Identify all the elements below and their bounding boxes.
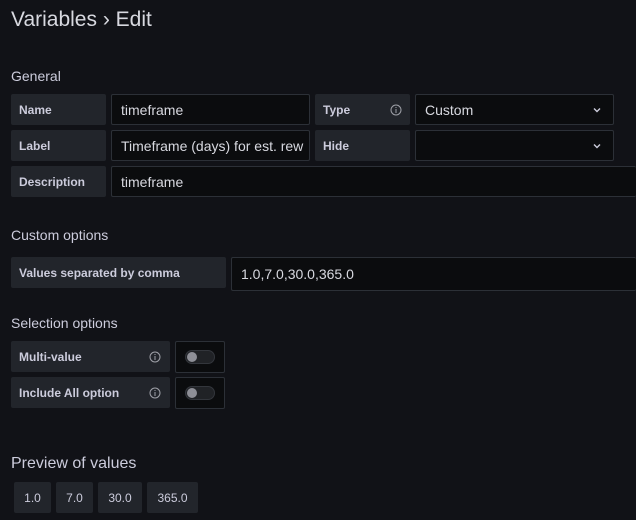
toggle-knob bbox=[187, 388, 197, 398]
page-title: Variables › Edit bbox=[11, 8, 152, 31]
multi-value-label: Multi-value bbox=[11, 341, 170, 372]
toggle-track bbox=[185, 350, 215, 364]
type-select-value: Custom bbox=[425, 101, 474, 118]
values-input[interactable]: 1.0,7.0,30.0,365.0 bbox=[231, 257, 636, 291]
type-label-text: Type bbox=[323, 102, 351, 117]
chevron-down-icon bbox=[593, 143, 601, 148]
multi-value-toggle[interactable] bbox=[175, 341, 225, 373]
hide-label: Hide bbox=[315, 130, 410, 161]
description-input[interactable]: timeframe bbox=[111, 166, 636, 197]
info-circle-icon[interactable] bbox=[390, 104, 402, 116]
preview-value-chip: 30.0 bbox=[98, 482, 142, 513]
include-all-label: Include All option bbox=[11, 377, 170, 408]
chevron-down-icon bbox=[593, 107, 601, 112]
info-circle-icon[interactable] bbox=[149, 351, 161, 363]
toggle-knob bbox=[187, 352, 197, 362]
name-label: Name bbox=[11, 94, 106, 125]
values-label: Values separated by comma bbox=[11, 257, 226, 288]
include-all-toggle[interactable] bbox=[175, 377, 225, 409]
selection-options-heading: Selection options bbox=[11, 315, 118, 331]
label-label: Label bbox=[11, 130, 106, 161]
multi-value-label-text: Multi-value bbox=[19, 349, 82, 364]
type-select[interactable]: Custom bbox=[415, 94, 614, 125]
toggle-track bbox=[185, 386, 215, 400]
type-label: Type bbox=[315, 94, 410, 125]
preview-value-chip: 365.0 bbox=[147, 482, 198, 513]
description-label: Description bbox=[11, 166, 106, 197]
preview-heading: Preview of values bbox=[11, 455, 137, 472]
hide-select[interactable] bbox=[415, 130, 614, 161]
include-all-label-text: Include All option bbox=[19, 385, 120, 400]
preview-value-chip: 1.0 bbox=[14, 482, 51, 513]
name-input[interactable]: timeframe bbox=[111, 94, 310, 125]
general-heading: General bbox=[11, 68, 61, 84]
custom-options-heading: Custom options bbox=[11, 227, 109, 243]
info-circle-icon[interactable] bbox=[149, 387, 161, 399]
label-input[interactable]: Timeframe (days) for est. rew bbox=[111, 130, 310, 161]
preview-value-chip: 7.0 bbox=[56, 482, 93, 513]
